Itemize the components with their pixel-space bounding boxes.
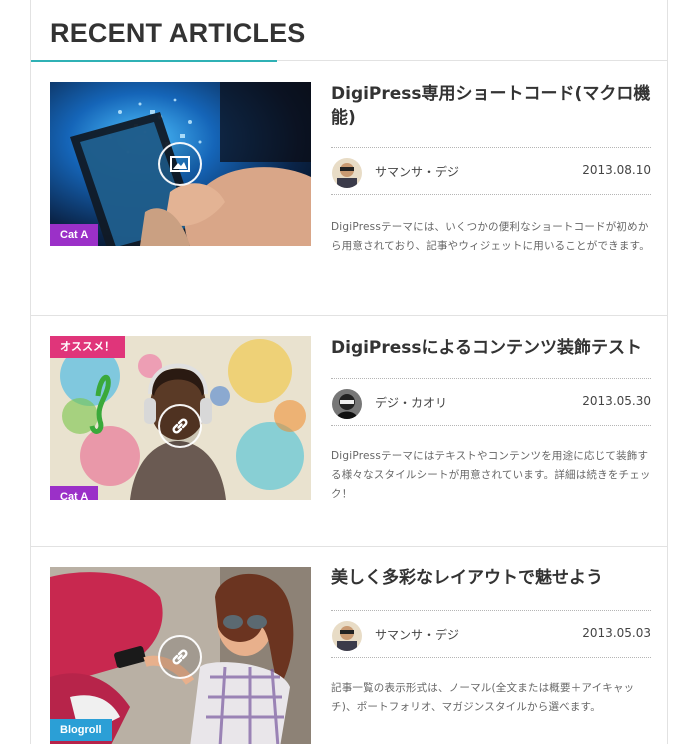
page: RECENT ARTICLES Cat A DigiPress専用ショートコード… xyxy=(0,0,699,744)
article-excerpt: DigiPressテーマには、いくつかの便利なショートコードが初めから用意されて… xyxy=(331,221,650,252)
avatar[interactable] xyxy=(332,158,362,188)
link-icon xyxy=(158,635,202,679)
avatar[interactable] xyxy=(332,389,362,419)
article-thumbnail[interactable]: オススメ！ Cat A xyxy=(50,336,311,500)
author-name[interactable]: デジ・カオリ xyxy=(375,394,447,411)
article-title[interactable]: DigiPress専用ショートコード(マクロ機能) xyxy=(331,82,651,130)
article-meta: サマンサ・デジ 2013.05.03 xyxy=(331,610,651,658)
article-excerpt: DigiPressテーマにはテキストやコンテンツを用途に応じて装飾する様々なスタ… xyxy=(331,450,651,500)
post-date: 2013.05.03 xyxy=(582,626,651,640)
author-name[interactable]: サマンサ・デジ xyxy=(375,163,459,180)
article-meta: デジ・カオリ 2013.05.30 xyxy=(331,378,651,426)
article-item: Blogroll 美しく多彩なレイアウトで魅せよう サマンサ・デジ 2013.0… xyxy=(31,547,668,744)
post-date: 2013.05.30 xyxy=(582,394,651,408)
article-item: Cat A DigiPress専用ショートコード(マクロ機能) サマンサ・デジ … xyxy=(31,62,668,316)
recent-articles-panel: RECENT ARTICLES Cat A DigiPress専用ショートコード… xyxy=(30,0,668,744)
post-date: 2013.08.10 xyxy=(582,163,651,177)
article-title[interactable]: 美しく多彩なレイアウトで魅せよう xyxy=(331,566,651,590)
article-excerpt: 記事一覧の表示形式は、ノーマル(全文または概要＋アイキャッチ)、ポートフォリオ、… xyxy=(331,682,635,713)
link-icon xyxy=(158,404,202,448)
author-name[interactable]: サマンサ・デジ xyxy=(375,626,459,643)
section-title: RECENT ARTICLES xyxy=(50,18,306,48)
article-meta: サマンサ・デジ 2013.08.10 xyxy=(331,147,651,195)
category-badge[interactable]: Cat A xyxy=(50,224,99,246)
avatar[interactable] xyxy=(332,621,362,651)
article-thumbnail[interactable]: Blogroll xyxy=(50,567,311,744)
article-thumbnail[interactable]: Cat A xyxy=(50,82,311,246)
category-badge[interactable]: Blogroll xyxy=(50,719,112,741)
image-icon xyxy=(158,142,202,186)
article-title[interactable]: DigiPressによるコンテンツ装飾テスト xyxy=(331,336,651,360)
article-item: オススメ！ Cat A DigiPressによるコンテンツ装飾テスト デジ・カオ… xyxy=(31,316,668,547)
recommend-badge: オススメ！ xyxy=(50,336,125,358)
category-badge[interactable]: Cat A xyxy=(50,486,99,500)
